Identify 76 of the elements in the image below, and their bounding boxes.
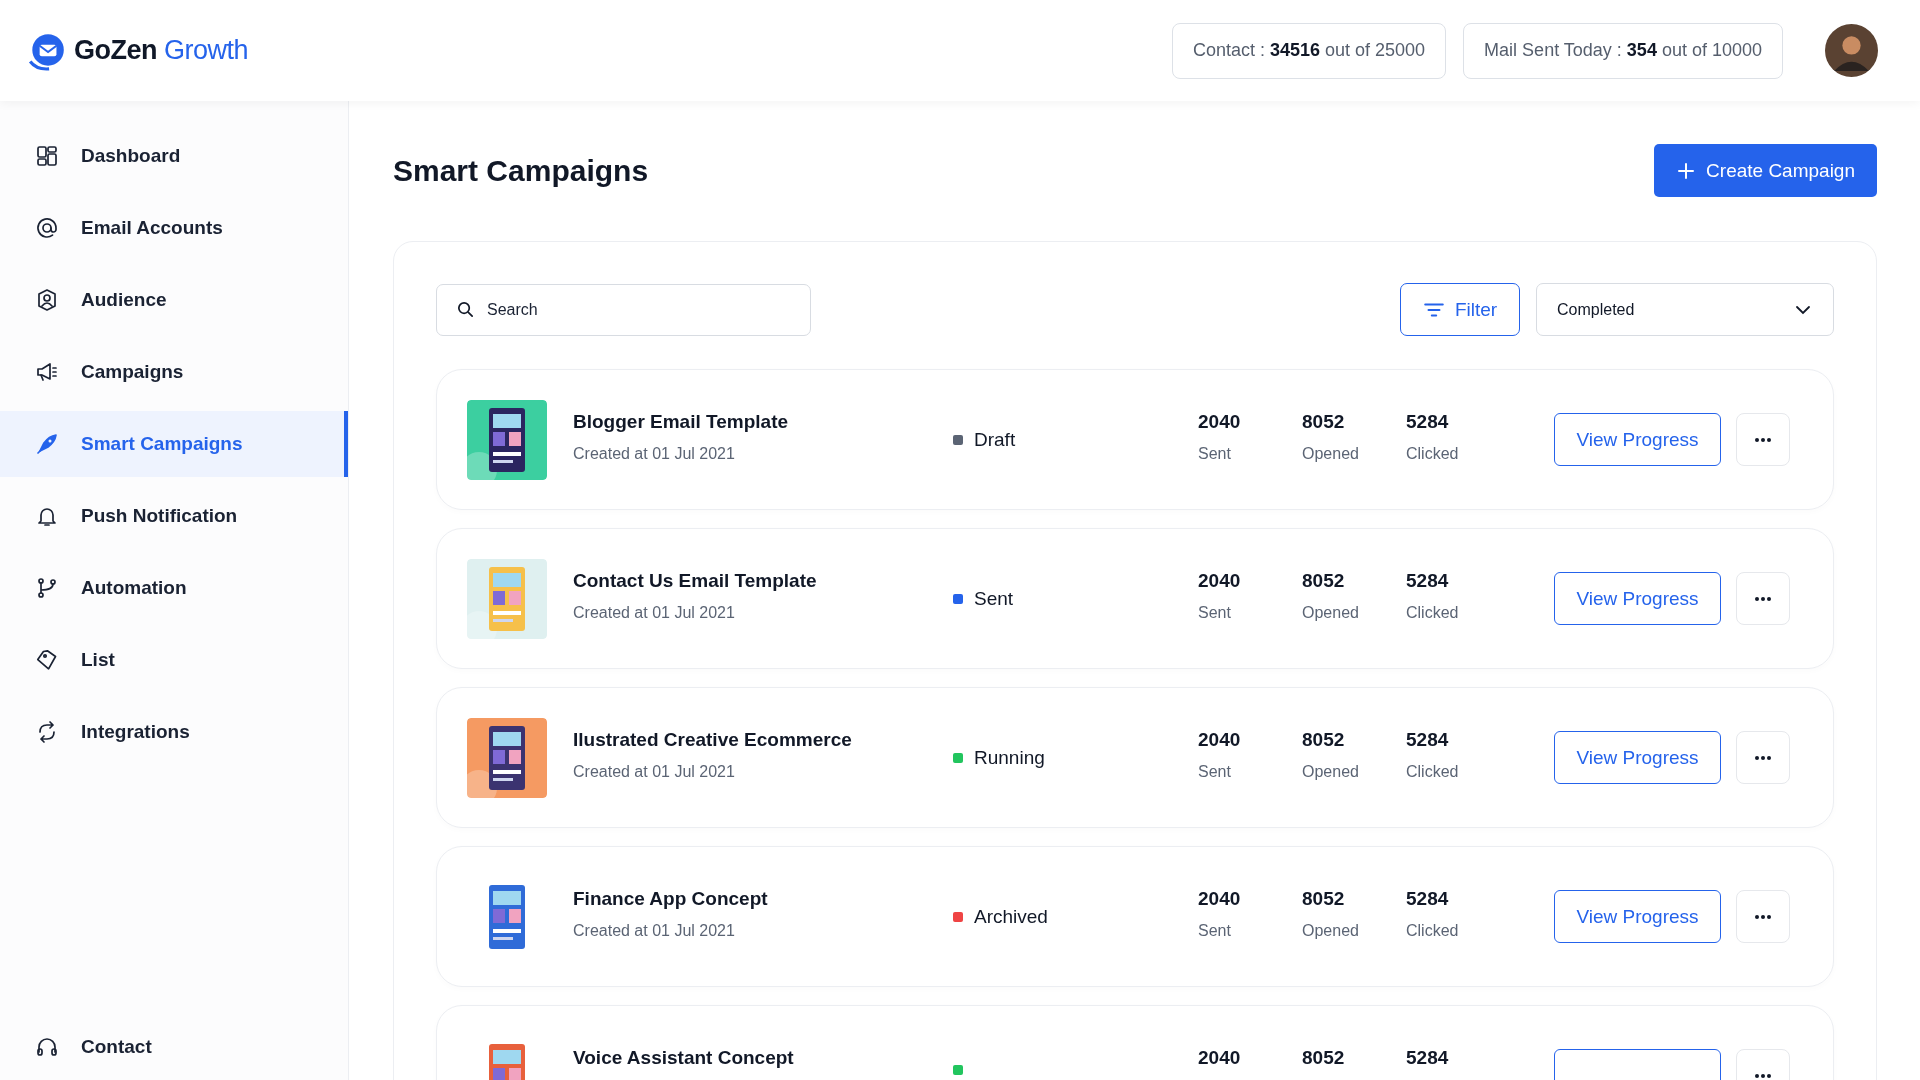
sidebar-item[interactable]: Dashboard [0,123,348,189]
sent-count: 2040 [1198,1047,1242,1069]
quota-indicator: Mail Sent Today : 354 out of 10000 [1463,22,1783,79]
stat-label: Clicked [1406,604,1460,622]
stat-label: Sent [1198,922,1232,940]
headset-icon [35,1035,59,1059]
page-title: Smart Campaigns [393,153,649,188]
brand-name: GoZen Growth [74,35,249,66]
user-icon [35,288,59,312]
stat-label: Opened [1302,763,1360,781]
sidebar-item[interactable]: Smart Campaigns [0,411,348,477]
at-sign-icon [35,216,59,240]
clicked-count: 5284 [1406,888,1450,910]
sent-count: 2040 [1198,888,1242,910]
sent-count: 2040 [1198,729,1242,751]
stat-label: Sent [1198,604,1232,622]
search-field[interactable]: Search [436,283,811,336]
sidebar-item[interactable]: Push Notification [0,483,348,549]
view-progress-button[interactable]: View Progress [1554,890,1721,943]
megaphone-icon [35,360,59,384]
status-label: Draft [974,429,1016,451]
sidebar-item[interactable]: Contact [0,1014,348,1080]
created-date: Created at 01 Jul 2021 [573,604,736,622]
more-icon [1753,913,1773,920]
sidebar-item[interactable]: List [0,627,348,693]
clicked-count: 5284 [1406,1047,1450,1069]
plus-icon [1676,160,1697,181]
opened-count: 8052 [1302,1047,1346,1069]
tag-icon [35,648,59,672]
opened-count: 8052 [1302,888,1346,910]
quota-indicator: Contact : 34516 out of 25000 [1171,22,1447,79]
stat-label: Clicked [1406,445,1460,463]
avatar[interactable] [1825,24,1878,77]
stat-label: Sent [1198,763,1232,781]
stat-label: Sent [1198,445,1232,463]
campaign-title: Voice Assistant Concept [573,1047,795,1069]
campaign-title: Finance App Concept [573,888,769,910]
clicked-count: 5284 [1406,729,1450,751]
sidebar-item[interactable]: Audience [0,267,348,333]
stat-label: Clicked [1406,922,1460,940]
status-label: Sent [974,588,1014,610]
sidebar-item[interactable]: Integrations [0,699,348,765]
campaign-title: Blogger Email Template [573,411,790,433]
sidebar-item[interactable]: Email Accounts [0,195,348,261]
view-progress-button[interactable]: View Progress [1554,572,1721,625]
clicked-count: 5284 [1406,411,1450,433]
opened-count: 8052 [1302,729,1346,751]
stat-label: Opened [1302,445,1360,463]
created-date: Created at 01 Jul 2021 [573,763,736,781]
clicked-count: 5284 [1406,570,1450,592]
sidebar-item[interactable]: Campaigns [0,339,348,405]
branch-icon [35,576,59,600]
more-icon [1753,754,1773,761]
opened-count: 8052 [1302,570,1346,592]
stat-label: Clicked [1406,763,1460,781]
campaign-title: Contact Us Email Template [573,570,818,592]
more-icon [1753,595,1773,602]
created-date: Created at 01 Jul 2021 [573,922,736,940]
more-icon [1753,436,1773,443]
sidebar-item[interactable]: Automation [0,555,348,621]
status-dropdown[interactable]: Completed [1536,283,1834,336]
stat-label: Opened [1302,604,1360,622]
grid-icon [35,144,59,168]
created-date: Created at 01 Jul 2021 [573,445,736,463]
stat-label: Opened [1302,922,1360,940]
view-progress-button[interactable]: View Progress [1554,413,1721,466]
status-label: Running [974,747,1045,769]
status-label: Archived [974,906,1048,928]
more-icon [1753,1072,1773,1079]
sent-count: 2040 [1198,411,1242,433]
campaign-title: Ilustrated Creative Ecommerce [573,729,853,751]
view-progress-button[interactable]: View Progress [1554,731,1721,784]
opened-count: 8052 [1302,411,1346,433]
create-campaign-button[interactable]: Create Campaign [1654,144,1877,197]
sent-count: 2040 [1198,570,1242,592]
filter-button[interactable]: Filter [1400,283,1520,336]
